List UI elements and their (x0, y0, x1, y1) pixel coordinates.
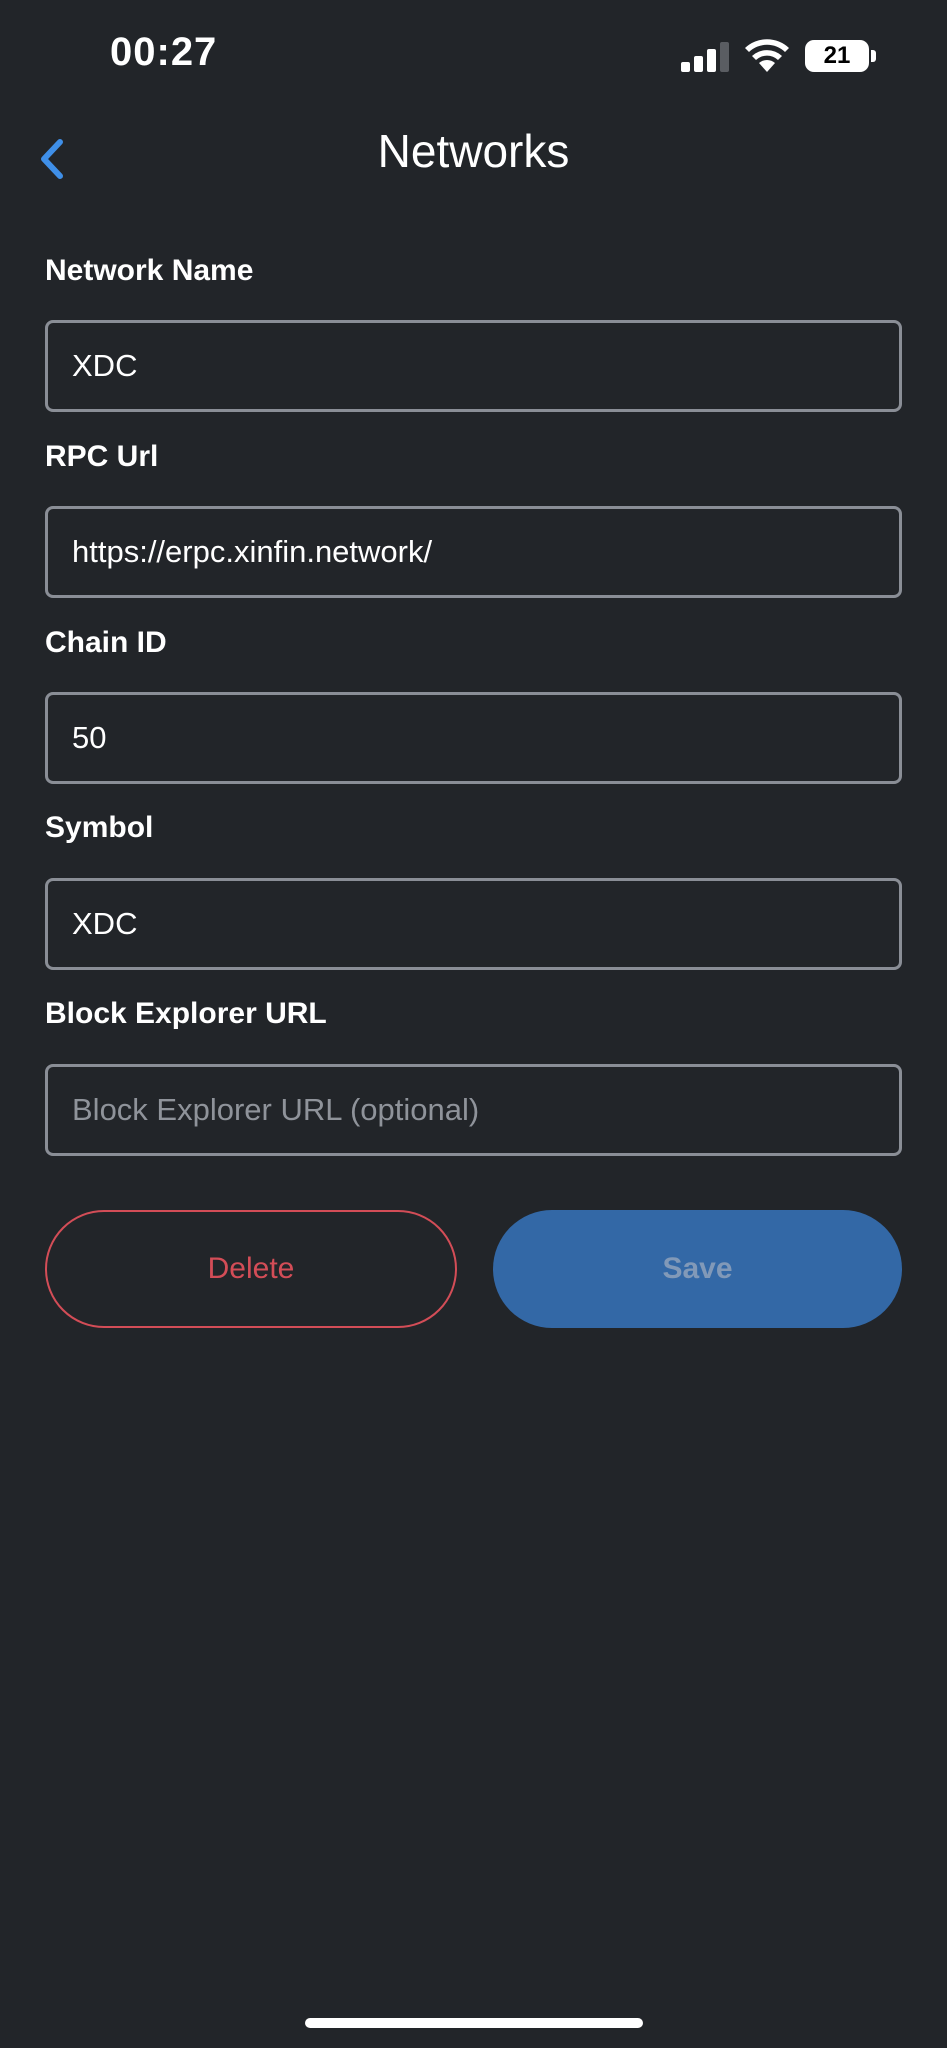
block-explorer-url-input[interactable] (45, 1064, 902, 1156)
chain-id-input[interactable] (45, 692, 902, 784)
chain-id-label: Chain ID (45, 626, 167, 659)
network-name-label: Network Name (45, 254, 254, 287)
status-bar: 00:27 21 (0, 0, 947, 110)
symbol-label: Symbol (45, 811, 154, 844)
status-time: 00:27 (110, 30, 218, 74)
symbol-input[interactable] (45, 878, 902, 970)
delete-button[interactable]: Delete (45, 1210, 457, 1328)
header: Networks (0, 110, 947, 200)
block-explorer-url-label: Block Explorer URL (45, 997, 327, 1030)
page-title: Networks (377, 125, 570, 177)
battery-icon: 21 (805, 40, 877, 72)
home-indicator (305, 2018, 643, 2028)
battery-level: 21 (805, 40, 869, 72)
save-button[interactable]: Save (493, 1210, 902, 1328)
network-name-input[interactable] (45, 320, 902, 412)
wifi-icon (745, 39, 789, 72)
battery-cap (871, 50, 876, 62)
rpc-url-label: RPC Url (45, 440, 159, 473)
rpc-url-input[interactable] (45, 506, 902, 598)
cellular-signal-icon (681, 42, 729, 72)
